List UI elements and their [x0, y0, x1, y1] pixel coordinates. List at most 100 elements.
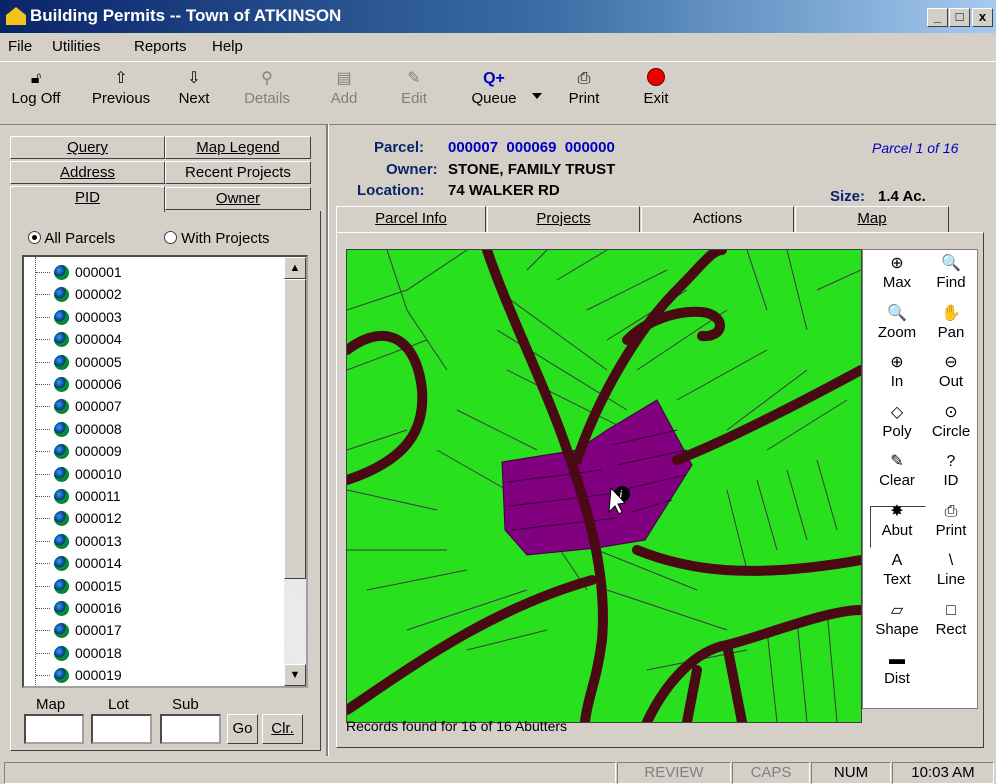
parcel-list-item[interactable]: 000002	[54, 283, 122, 305]
zoom-max-icon: ⊕	[890, 255, 904, 272]
go-button[interactable]: Go	[227, 714, 258, 744]
parcel-list-item[interactable]: 000012	[54, 507, 122, 529]
scroll-thumb[interactable]	[284, 279, 306, 579]
parcel-list-scrollbar[interactable]: ▲ ▼	[284, 257, 306, 686]
zoom-in-icon: ⊕	[890, 354, 904, 371]
map-tool-label: Line	[936, 571, 966, 588]
map-tool-text[interactable]: A Text	[870, 551, 924, 588]
details-button[interactable]: ⚲ Details	[242, 68, 292, 107]
map-tool-pan[interactable]: ✋ Pan	[924, 304, 978, 341]
tab-projects[interactable]: Projects	[487, 206, 640, 233]
map-tool-find[interactable]: 🔍 Find	[924, 254, 978, 291]
map-tool-print[interactable]: ⎙ Print	[924, 502, 978, 539]
tree-connector	[36, 563, 50, 565]
tab-recent-projects[interactable]: Recent Projects	[165, 161, 311, 184]
menu-help[interactable]: Help	[212, 38, 243, 55]
minimize-button[interactable]: _	[927, 8, 948, 27]
clear-button[interactable]: Clr.	[262, 714, 303, 744]
parcel-list-item[interactable]: 000015	[54, 575, 122, 597]
tab-map[interactable]: Map	[795, 206, 949, 233]
close-button[interactable]: x	[972, 8, 993, 27]
tab-query[interactable]: Query	[10, 136, 165, 159]
identify-icon: ?	[946, 453, 956, 470]
status-caps: CAPS	[732, 762, 810, 784]
globe-icon	[54, 645, 69, 661]
map-tool-zoom[interactable]: 🔍 Zoom	[870, 304, 924, 341]
parcel-list-item[interactable]: 000017	[54, 619, 122, 641]
zoom-icon: 🔍	[887, 304, 907, 322]
arrow-up-icon: ⇧	[114, 70, 128, 87]
queue-button[interactable]: Q+ Queue	[462, 68, 526, 107]
menu-file[interactable]: File	[8, 38, 32, 55]
tree-connector	[36, 339, 50, 341]
parcel-list-item[interactable]: 000007	[54, 395, 122, 417]
next-button[interactable]: ⇩ Next	[174, 68, 214, 107]
parcel-list-item[interactable]: 000013	[54, 530, 122, 552]
parcel-list-item[interactable]: 000005	[54, 351, 122, 373]
map-tool-label: Zoom	[877, 323, 917, 341]
tree-line	[35, 257, 36, 686]
menu-utilities[interactable]: Utilities	[52, 38, 100, 55]
menu-reports[interactable]: Reports	[134, 38, 187, 55]
tab-address[interactable]: Address	[10, 161, 165, 184]
tree-connector	[36, 451, 50, 453]
parcel-list-item[interactable]: 000006	[54, 373, 122, 395]
size-label: Size:	[830, 188, 866, 205]
parcel-list-item[interactable]: 000008	[54, 418, 122, 440]
previous-button[interactable]: ⇧ Previous	[86, 68, 156, 107]
map-tool-id[interactable]: ? ID	[924, 452, 978, 489]
map-tool-in[interactable]: ⊕ In	[870, 353, 924, 390]
map-tool-out[interactable]: ⊖ Out	[924, 353, 978, 390]
parcel-list-item[interactable]: 000011	[54, 485, 121, 507]
map-tool-dist[interactable]: ▬ Dist	[870, 650, 924, 687]
parcel-list-item[interactable]: 000001	[54, 261, 122, 283]
map-tool-rect[interactable]: □ Rect	[924, 601, 978, 638]
tab-owner[interactable]: Owner	[165, 187, 311, 210]
scroll-down-button[interactable]: ▼	[284, 664, 306, 686]
parcel-list-item[interactable]: 000016	[54, 597, 122, 619]
parcel-list-item[interactable]: 000019	[54, 664, 122, 686]
map-tool-abut[interactable]: ✸ Abut	[870, 502, 924, 539]
add-button[interactable]: ▤ Add	[326, 68, 362, 107]
previous-label: Previous	[91, 90, 151, 107]
tab-pid[interactable]: PID	[10, 186, 165, 212]
tab-actions[interactable]: Actions	[641, 206, 794, 233]
maximize-button[interactable]: □	[949, 8, 970, 27]
queue-dropdown-arrow[interactable]	[532, 93, 542, 99]
tab-parcel-info[interactable]: Parcel Info	[336, 206, 486, 233]
map-tool-clear[interactable]: ✎ Clear	[870, 452, 924, 489]
map-tool-shape[interactable]: ▱ Shape	[870, 601, 924, 638]
map-tool-poly[interactable]: ◇ Poly	[870, 403, 924, 440]
parcel-list-item[interactable]: 000018	[54, 642, 122, 664]
parcel-map[interactable]: i	[346, 249, 862, 723]
lot-field[interactable]	[91, 714, 152, 744]
print-button[interactable]: ⎙ Print	[562, 68, 606, 107]
magnifier-icon: ⚲	[261, 70, 273, 87]
map-tool-line[interactable]: \ Line	[924, 551, 978, 588]
exit-label: Exit	[643, 90, 669, 107]
sub-label: Sub	[172, 696, 199, 713]
tab-map-legend[interactable]: Map Legend	[165, 136, 311, 159]
tree-connector	[36, 518, 50, 520]
parcel-list-item[interactable]: 000004	[54, 328, 122, 350]
parcel-list-item[interactable]: 000014	[54, 552, 122, 574]
map-tool-circle[interactable]: ⊙ Circle	[924, 403, 978, 440]
map-tool-max[interactable]: ⊕ Max	[870, 254, 924, 291]
location-value: 74 WALKER RD	[448, 182, 560, 199]
text-icon: A	[891, 552, 903, 569]
records-status: Records found for 16 of 16 Abutters	[346, 718, 568, 734]
logoff-button[interactable]: 🔓︎ Log Off	[4, 68, 68, 107]
parcel-id: 000014	[75, 555, 122, 572]
parcel-list-item[interactable]: 000009	[54, 440, 122, 462]
exit-button[interactable]: Exit	[638, 68, 674, 107]
radio-all-parcels[interactable]: All Parcels	[28, 230, 115, 247]
map-field[interactable]	[24, 714, 84, 744]
sub-field[interactable]	[160, 714, 221, 744]
status-num: NUM	[811, 762, 891, 784]
scroll-up-button[interactable]: ▲	[284, 257, 306, 279]
parcel-list[interactable]: 000001 000002 000003 000004 000005 000006 0000…	[22, 255, 308, 688]
parcel-list-item[interactable]: 000003	[54, 306, 122, 328]
radio-with-projects[interactable]: With Projects	[164, 230, 270, 247]
parcel-list-item[interactable]: 000010	[54, 463, 122, 485]
edit-button[interactable]: ✎ Edit	[396, 68, 432, 107]
